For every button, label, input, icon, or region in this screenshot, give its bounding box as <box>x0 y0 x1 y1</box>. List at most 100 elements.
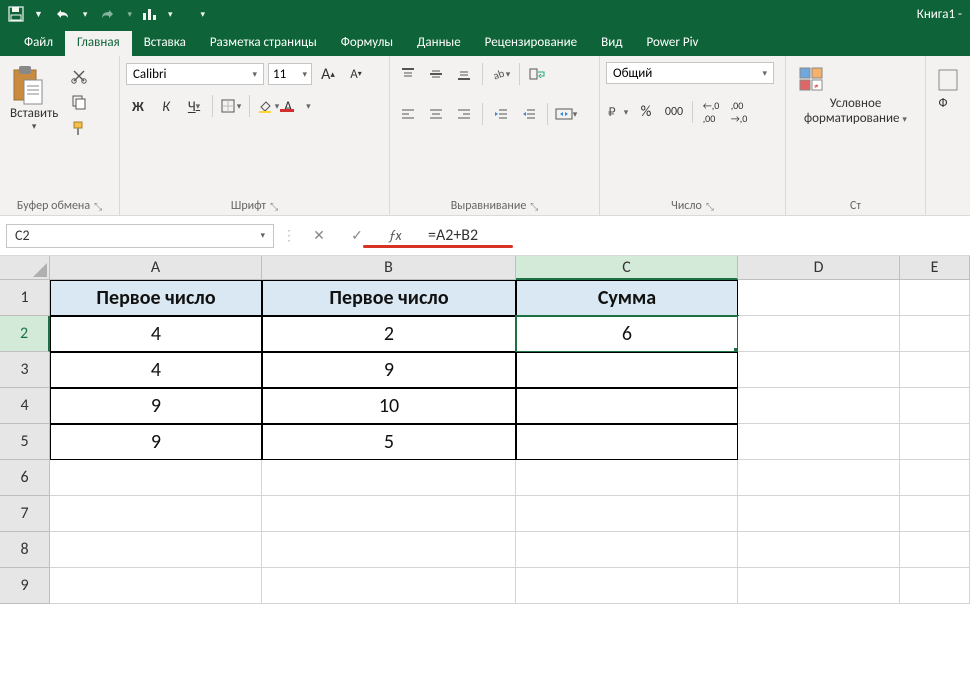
cell-B6[interactable] <box>262 460 516 496</box>
col-header-D[interactable]: D <box>738 256 900 280</box>
cell-D3[interactable] <box>738 352 900 388</box>
cell-B8[interactable] <box>262 532 516 568</box>
number-format-combo[interactable]: Общий▾ <box>606 62 774 84</box>
align-left-icon[interactable] <box>396 102 420 126</box>
font-color-button[interactable]: A▾ <box>284 94 311 118</box>
increase-font-icon[interactable]: A▴ <box>316 62 340 86</box>
cell-A7[interactable] <box>50 496 262 532</box>
tab-insert[interactable]: Вставка <box>132 31 198 56</box>
row-header-7[interactable]: 7 <box>0 496 50 532</box>
tab-file[interactable]: Файл <box>12 31 65 56</box>
cell-C6[interactable] <box>516 460 738 496</box>
align-bottom-icon[interactable] <box>452 62 476 86</box>
cell-A3[interactable]: 4 <box>50 352 262 388</box>
cell-C3[interactable] <box>516 352 738 388</box>
cell-D4[interactable] <box>738 388 900 424</box>
cell-D1[interactable] <box>738 280 900 316</box>
paste-button[interactable]: Вставить ▾ <box>6 62 62 134</box>
col-header-C[interactable]: C <box>516 256 738 280</box>
redo-dropdown[interactable]: ▾ <box>127 9 132 20</box>
merge-center-icon[interactable]: ▾ <box>554 102 578 126</box>
format-painter-icon[interactable] <box>68 118 90 138</box>
cell-A2[interactable]: 4 <box>50 316 262 352</box>
format-button-partial[interactable]: Ф <box>932 62 954 113</box>
decrease-font-icon[interactable]: A▾ <box>344 62 368 86</box>
cell-C8[interactable] <box>516 532 738 568</box>
borders-button[interactable]: ▾ <box>219 94 243 118</box>
italic-button[interactable]: К <box>154 94 178 118</box>
comma-format-icon[interactable]: 000 <box>662 100 686 124</box>
tab-power-pivot[interactable]: Power Piv <box>634 31 710 56</box>
align-center-icon[interactable] <box>424 102 448 126</box>
font-name-combo[interactable]: Calibri▾ <box>126 63 264 85</box>
cell-E5[interactable] <box>900 424 970 460</box>
tab-page-layout[interactable]: Разметка страницы <box>198 31 329 56</box>
qat-customize[interactable]: ▾ <box>201 9 206 20</box>
cell-E4[interactable] <box>900 388 970 424</box>
col-header-B[interactable]: B <box>262 256 516 280</box>
paste-dropdown[interactable]: ▾ <box>10 121 58 132</box>
clipboard-dialog-launcher[interactable]: ⤡ <box>94 200 102 213</box>
undo-icon[interactable] <box>53 7 73 21</box>
name-box[interactable]: C2▾ <box>6 224 274 248</box>
cell-A1[interactable]: Первое число <box>50 280 262 316</box>
cell-C5[interactable] <box>516 424 738 460</box>
chart-icon[interactable] <box>142 7 158 21</box>
tab-review[interactable]: Рецензирование <box>473 31 589 56</box>
orientation-icon[interactable]: ab▾ <box>489 62 513 86</box>
chart-dropdown[interactable]: ▾ <box>168 9 173 20</box>
underline-button[interactable]: Ч ▾ <box>182 94 206 118</box>
alignment-dialog-launcher[interactable]: ⤡ <box>530 200 538 213</box>
row-header-9[interactable]: 9 <box>0 568 50 604</box>
cut-icon[interactable] <box>68 66 90 86</box>
font-dialog-launcher[interactable]: ⤡ <box>270 200 278 213</box>
cell-D8[interactable] <box>738 532 900 568</box>
qat-dropdown-1[interactable]: ▼ <box>34 9 43 20</box>
insert-function-icon[interactable]: ƒx <box>380 224 410 248</box>
conditional-formatting-button[interactable]: ≠ Условное форматирование ▾ <box>792 62 919 128</box>
copy-icon[interactable] <box>68 92 90 112</box>
col-header-E[interactable]: E <box>900 256 970 280</box>
spreadsheet-grid[interactable]: A B C D E 1 Первое число Первое число Су… <box>0 256 970 604</box>
cell-E6[interactable] <box>900 460 970 496</box>
increase-indent-icon[interactable] <box>517 102 541 126</box>
cell-D6[interactable] <box>738 460 900 496</box>
number-dialog-launcher[interactable]: ⤡ <box>706 200 714 213</box>
cell-E3[interactable] <box>900 352 970 388</box>
cell-A4[interactable]: 9 <box>50 388 262 424</box>
cell-A8[interactable] <box>50 532 262 568</box>
row-header-4[interactable]: 4 <box>0 388 50 424</box>
redo-icon[interactable] <box>97 7 117 21</box>
undo-dropdown[interactable]: ▾ <box>83 9 88 20</box>
decrease-indent-icon[interactable] <box>489 102 513 126</box>
cell-A6[interactable] <box>50 460 262 496</box>
cell-B9[interactable] <box>262 568 516 604</box>
select-all-corner[interactable] <box>0 256 50 280</box>
cell-B5[interactable]: 5 <box>262 424 516 460</box>
enter-formula-icon[interactable]: ✓ <box>342 224 372 248</box>
tab-data[interactable]: Данные <box>405 31 473 56</box>
cell-B4[interactable]: 10 <box>262 388 516 424</box>
percent-format-icon[interactable]: % <box>634 100 658 124</box>
row-header-5[interactable]: 5 <box>0 424 50 460</box>
row-header-1[interactable]: 1 <box>0 280 50 316</box>
cell-C4[interactable] <box>516 388 738 424</box>
cell-A9[interactable] <box>50 568 262 604</box>
tab-formulas[interactable]: Формулы <box>329 31 405 56</box>
cell-C7[interactable] <box>516 496 738 532</box>
align-middle-icon[interactable] <box>424 62 448 86</box>
row-header-2[interactable]: 2 <box>0 316 50 352</box>
row-header-3[interactable]: 3 <box>0 352 50 388</box>
cell-C1[interactable]: Сумма <box>516 280 738 316</box>
font-size-combo[interactable]: 11▾ <box>268 63 312 85</box>
cell-E1[interactable] <box>900 280 970 316</box>
cell-E9[interactable] <box>900 568 970 604</box>
col-header-A[interactable]: A <box>50 256 262 280</box>
cell-A5[interactable]: 9 <box>50 424 262 460</box>
cell-E7[interactable] <box>900 496 970 532</box>
save-icon[interactable] <box>8 6 24 22</box>
align-right-icon[interactable] <box>452 102 476 126</box>
cell-D7[interactable] <box>738 496 900 532</box>
cell-B2[interactable]: 2 <box>262 316 516 352</box>
cell-C9[interactable] <box>516 568 738 604</box>
